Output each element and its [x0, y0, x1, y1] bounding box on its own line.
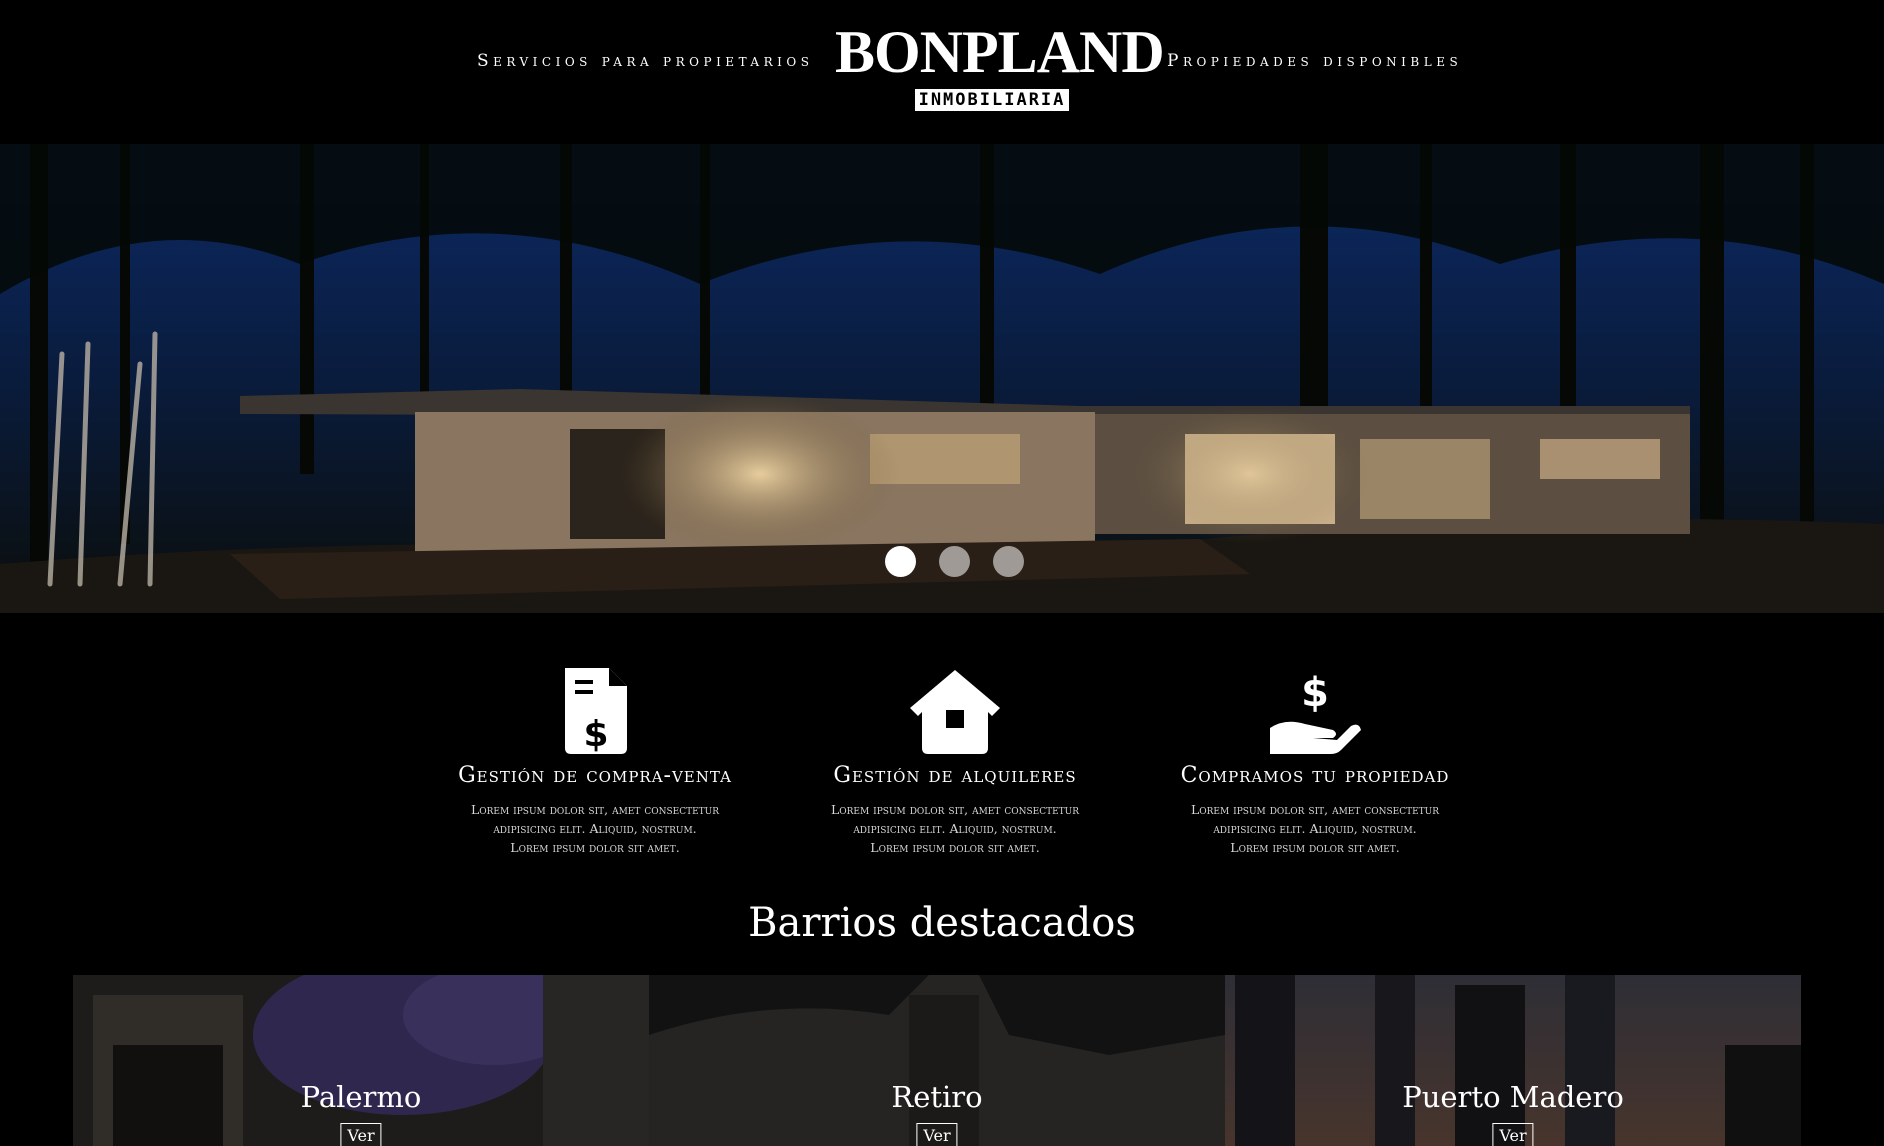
service-description: Lorem ipsum dolor sit, amet consectetur …: [465, 800, 725, 857]
service-desc-line: Lorem ipsum dolor sit, amet consectetur: [470, 802, 720, 817]
site-header: Servicios para propietarios BONPLAND INM…: [0, 0, 1884, 144]
nav-link-servicios[interactable]: Servicios para propietarios: [477, 51, 813, 71]
service-title: Gestión de compra-venta: [458, 763, 732, 788]
barrio-card-retiro[interactable]: Retiro Ver: [649, 975, 1225, 1146]
service-desc-line: Lorem ipsum dolor sit amet.: [870, 840, 1040, 855]
nav-link-propiedades[interactable]: Propiedades disponibles: [1167, 51, 1462, 71]
service-title: Gestión de alquileres: [833, 763, 1077, 788]
services-section: $ Gestión de compra-venta Lorem ipsum do…: [0, 613, 1884, 895]
barrio-image: [73, 975, 649, 1146]
barrios-cards: Palermo Ver Retiro Ver Puerto Madero Ver: [73, 975, 1801, 1146]
invoice-dollar-icon: $: [425, 666, 765, 756]
carousel-dot-1[interactable]: [885, 546, 916, 577]
logo-subtitle: INMOBILIARIA: [914, 89, 1070, 111]
ver-button[interactable]: Ver: [340, 1123, 382, 1146]
barrios-title: Barrios destacados: [748, 900, 1136, 946]
carousel-dot-2[interactable]: [939, 546, 970, 577]
logo-title: BONPLAND: [835, 19, 1165, 85]
barrio-name: Retiro: [891, 1080, 983, 1114]
house-icon: [785, 666, 1125, 756]
carousel-dot-3[interactable]: [993, 546, 1024, 577]
barrio-image: [1225, 975, 1801, 1146]
logo[interactable]: BONPLAND INMOBILIARIA: [835, 19, 1165, 116]
service-description: Lorem ipsum dolor sit, amet consectetur …: [1185, 800, 1445, 857]
service-desc-line: adipisicing elit. Aliquid, nostrum.: [853, 821, 1057, 836]
service-title: Compramos tu propiedad: [1180, 763, 1450, 788]
service-description: Lorem ipsum dolor sit, amet consectetur …: [825, 800, 1085, 857]
barrio-name: Puerto Madero: [1402, 1080, 1624, 1114]
hand-dollar-icon: $: [1145, 666, 1485, 756]
service-desc-line: Lorem ipsum dolor sit, amet consectetur: [830, 802, 1080, 817]
service-desc-line: adipisicing elit. Aliquid, nostrum.: [1213, 821, 1417, 836]
ver-button[interactable]: Ver: [916, 1123, 958, 1146]
service-desc-line: adipisicing elit. Aliquid, nostrum.: [493, 821, 697, 836]
hero-image: [0, 144, 1884, 613]
service-desc-line: Lorem ipsum dolor sit, amet consectetur: [1190, 802, 1440, 817]
hero-carousel: [0, 144, 1884, 613]
svg-text:$: $: [1301, 670, 1329, 716]
service-desc-line: Lorem ipsum dolor sit amet.: [1230, 840, 1400, 855]
barrio-card-puerto-madero[interactable]: Puerto Madero Ver: [1225, 975, 1801, 1146]
svg-text:$: $: [583, 714, 608, 755]
barrio-name: Palermo: [300, 1080, 422, 1114]
ver-button[interactable]: Ver: [1492, 1123, 1534, 1146]
barrio-image: [649, 975, 1225, 1146]
service-desc-line: Lorem ipsum dolor sit amet.: [510, 840, 680, 855]
barrio-card-palermo[interactable]: Palermo Ver: [73, 975, 649, 1146]
